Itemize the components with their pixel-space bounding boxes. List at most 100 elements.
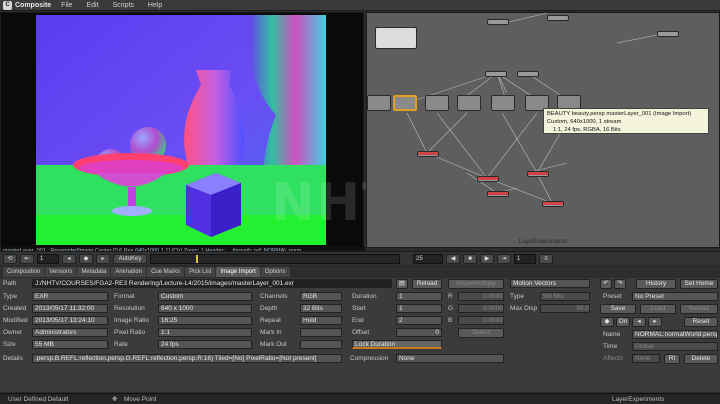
time-label: Time <box>603 343 618 350</box>
tab-pick-list[interactable]: Pick List <box>185 267 216 277</box>
mark-out-label: Mark Out <box>260 341 287 348</box>
play-reverse-icon[interactable]: ◀ <box>446 253 460 264</box>
graph-node[interactable] <box>367 95 391 111</box>
graph-node[interactable] <box>477 176 499 182</box>
browse-icon[interactable]: ▤ <box>396 279 408 289</box>
playhead[interactable] <box>196 254 198 263</box>
motion-vectors-dropdown[interactable]: Motion Vectors <box>510 279 590 288</box>
tab-versions[interactable]: Versions <box>45 267 77 277</box>
graph-node[interactable] <box>547 15 569 21</box>
affects-dropdown[interactable]: None <box>632 354 660 363</box>
menu-file[interactable]: File <box>61 2 72 9</box>
duration-field[interactable]: 1 <box>396 292 442 301</box>
tab-animation[interactable]: Animation <box>111 267 147 277</box>
reload-button[interactable]: Reload <box>412 279 442 289</box>
menu-scripts[interactable]: Scripts <box>113 2 134 9</box>
load-button[interactable]: Load <box>640 304 676 314</box>
play-icon[interactable]: ▶ <box>480 253 494 264</box>
mark-out-field[interactable] <box>300 340 342 349</box>
offset-field[interactable]: 0 <box>396 328 442 337</box>
menu-help[interactable]: Help <box>148 2 162 9</box>
graph-node[interactable] <box>542 201 564 207</box>
redo-icon[interactable]: ↷ <box>614 279 626 289</box>
graph-node[interactable] <box>425 95 449 111</box>
repeat-dropdown[interactable]: Hold <box>300 316 342 325</box>
preset-dropdown[interactable]: No Preset <box>632 292 718 301</box>
name-field[interactable]: NORMAL:normalWorld.persp <box>632 330 718 339</box>
end-field[interactable]: 2 <box>396 316 442 325</box>
node-graph-panel[interactable]: BEAUTY beauty.persp masterLayer_001 (Ima… <box>366 12 720 248</box>
image-ratio-field[interactable]: 16:25 <box>158 316 252 325</box>
tab-metadata[interactable]: Metadata <box>77 267 111 277</box>
tab-image-import[interactable]: Image Import <box>216 267 260 277</box>
time-dropdown[interactable]: Global <box>632 342 718 351</box>
depth-dropdown[interactable]: 32 Bits <box>300 304 342 313</box>
graph-node[interactable] <box>487 19 509 25</box>
graph-node[interactable] <box>457 95 481 111</box>
key-icon[interactable]: ◆ <box>600 317 614 327</box>
rate-label: Rate <box>114 341 128 348</box>
graph-node-selected[interactable] <box>393 95 417 111</box>
keyframe-icon[interactable]: ◆ <box>79 253 93 264</box>
graph-node[interactable] <box>375 27 417 49</box>
lock-duration-toggle[interactable]: Lock Duration <box>352 340 442 349</box>
owner-label: Owner <box>3 329 23 336</box>
tab-options[interactable]: Options <box>260 267 290 277</box>
autokey-button[interactable]: AutoKey <box>113 253 147 264</box>
select-button[interactable]: Select <box>458 328 504 338</box>
reset-button[interactable]: Reset <box>684 317 718 327</box>
g-field[interactable]: 0.0000 <box>458 304 504 313</box>
menu-edit[interactable]: Edit <box>86 2 98 9</box>
size-field: 55 MB <box>32 340 108 349</box>
graph-node[interactable] <box>487 191 509 197</box>
reload-preset-button[interactable]: Reload <box>680 304 718 314</box>
ri-button[interactable]: RI <box>664 354 680 364</box>
resolution-field[interactable]: 640 x 1000 <box>158 304 252 313</box>
prev-key-icon[interactable]: ◂ <box>632 317 646 327</box>
compression-label: Compression <box>350 355 389 362</box>
type-field[interactable]: EXR <box>32 292 108 301</box>
graph-node[interactable] <box>657 31 679 37</box>
end-frame-field[interactable]: 1 <box>514 253 536 264</box>
graph-title: LayerExperiments <box>518 239 568 245</box>
loop-icon[interactable]: ⟲ <box>3 253 17 264</box>
set-home-button[interactable]: Set Home <box>680 279 718 289</box>
graph-node[interactable] <box>517 71 539 77</box>
step-back-icon[interactable]: ◂ <box>62 253 76 264</box>
frame-field[interactable]: 1 <box>37 253 59 264</box>
b-field[interactable]: 0.0000 <box>458 316 504 325</box>
graph-node[interactable] <box>527 171 549 177</box>
undo-icon[interactable]: ↶ <box>600 279 612 289</box>
start-field[interactable]: 1 <box>396 304 442 313</box>
to-end-icon[interactable]: ⇥ <box>497 253 511 264</box>
channels-dropdown[interactable]: RGB <box>300 292 342 301</box>
to-start-icon[interactable]: ⇤ <box>20 253 34 264</box>
on-toggle[interactable]: On <box>616 317 630 327</box>
end-label: End <box>352 317 364 324</box>
tab-composition[interactable]: Composition <box>3 267 45 277</box>
duration-label: Duration <box>352 293 377 300</box>
stop-icon[interactable]: ■ <box>463 253 477 264</box>
step-forward-icon[interactable]: ▸ <box>96 253 110 264</box>
max-disp-field[interactable]: 50.0 <box>540 304 590 313</box>
format-dropdown[interactable]: Custom <box>158 292 252 301</box>
current-frame-field[interactable]: 25 <box>413 253 443 264</box>
rate-field[interactable]: 24 fps <box>158 340 252 349</box>
pixel-ratio-field[interactable]: 1:1 <box>158 328 252 337</box>
image-viewer[interactable]: NHTV masterLayer_001 : ResampledImage Ce… <box>0 12 440 256</box>
timeline-track[interactable] <box>150 253 400 264</box>
settings-icon[interactable]: ≡ <box>539 253 553 264</box>
graph-node[interactable] <box>491 95 515 111</box>
delete-button[interactable]: Delete <box>684 354 718 364</box>
graph-node[interactable] <box>417 151 439 157</box>
save-button[interactable]: Save <box>600 304 636 314</box>
tab-cue-marks[interactable]: Cue Marks <box>147 267 185 277</box>
unpremultiply-button[interactable]: Unpremultiply <box>448 279 504 289</box>
path-field[interactable]: J:/NHTV/COURSES/FGA2-RE3 Rendering/Lectu… <box>32 279 392 288</box>
next-key-icon[interactable]: ▸ <box>648 317 662 327</box>
mark-in-field[interactable] <box>300 328 342 337</box>
mv-type-dropdown[interactable]: 5th Mix <box>540 292 590 301</box>
r-field[interactable]: 0.0000 <box>458 292 504 301</box>
history-button[interactable]: History <box>636 279 676 289</box>
graph-node[interactable] <box>485 71 507 77</box>
